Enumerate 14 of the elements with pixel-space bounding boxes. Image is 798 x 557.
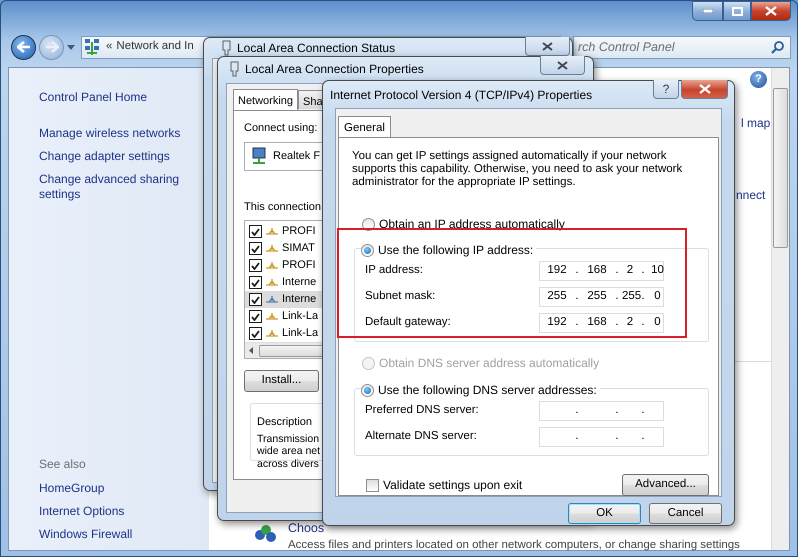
window-title: Internet Protocol Version 4 (TCP/IPv4) Properties bbox=[330, 86, 592, 104]
intro-text: You can get IP settings assigned automatically if your network supports this capability. Otherwise, you need to ask your network administrator for the appropriate IP settings. bbox=[352, 150, 684, 189]
field-label: IP address: bbox=[365, 263, 423, 278]
window-title: Local Area Connection Status bbox=[237, 40, 396, 56]
field-label: Default gateway: bbox=[365, 315, 451, 330]
field-label: Alternate DNS server: bbox=[365, 429, 477, 444]
footer-description: Access files and printers located on other network computers, or change sharing settings bbox=[288, 538, 740, 553]
field-label: Connect using: bbox=[244, 121, 318, 136]
window-title: Local Area Connection Properties bbox=[245, 61, 424, 78]
description-text: Transmission wide area net across divers bbox=[257, 432, 320, 470]
see-also-heading: See also bbox=[39, 457, 87, 472]
field-label: Subnet mask: bbox=[365, 289, 436, 304]
field-label: Preferred DNS server: bbox=[365, 403, 479, 418]
field-label: This connection bbox=[244, 200, 322, 214]
